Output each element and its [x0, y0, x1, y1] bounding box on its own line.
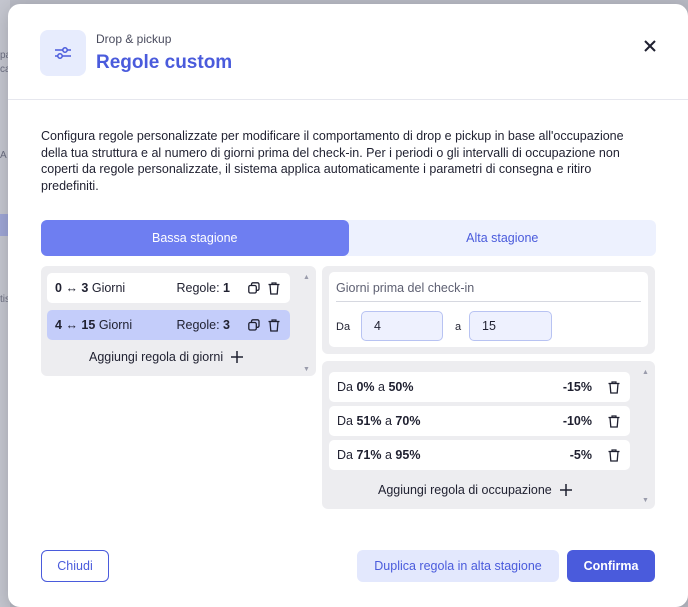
scroll-down-arrow[interactable]: ▼	[303, 366, 310, 373]
occupancy-from: 71%	[356, 448, 382, 462]
checkin-from-input[interactable]: 4	[361, 311, 443, 341]
rules-count: 3	[223, 318, 230, 332]
day-rule-to: 15	[81, 318, 96, 332]
scroll-up-arrow[interactable]: ▲	[303, 274, 310, 281]
trash-icon[interactable]	[266, 317, 282, 333]
occupancy-rule-row[interactable]: Da 51% a 70% -10%	[329, 406, 630, 436]
occupancy-from: 0%	[356, 380, 375, 394]
range-separator: a	[378, 380, 385, 394]
occupancy-to: 50%	[388, 380, 414, 394]
checkin-label: Giorni prima del check-in	[336, 281, 475, 295]
tab-alta-stagione[interactable]: Alta stagione	[349, 220, 657, 256]
range-prefix: Da	[337, 414, 353, 428]
occupancy-adjustment: -10%	[562, 414, 592, 428]
trash-icon[interactable]	[266, 280, 282, 296]
custom-rules-dialog: Drop & pickup Regole custom Configura re…	[8, 4, 688, 607]
day-rule-count: Regole: 3	[176, 318, 230, 332]
add-day-rule-button[interactable]: Aggiungi regola di giorni	[89, 350, 244, 364]
checkin-range-panel: Giorni prima del check-in Da 4 a 15	[322, 266, 655, 354]
day-rule-range: 0 ↔ 3 Giorni	[55, 281, 176, 295]
close-dialog-button[interactable]: Chiudi	[41, 550, 109, 582]
occupancy-rule-row[interactable]: Da 71% a 95% -5%	[329, 440, 630, 470]
occupancy-from: 51%	[356, 414, 382, 428]
sliders-icon	[40, 30, 86, 76]
day-rule-unit: Giorni	[91, 281, 126, 295]
day-rule-row[interactable]: 0 ↔ 3 Giorni Regole: 1	[47, 273, 290, 303]
dialog-subtitle: Drop & pickup	[96, 32, 172, 46]
trash-icon[interactable]	[606, 379, 622, 395]
range-prefix: Da	[337, 380, 353, 394]
season-tabs: Bassa stagione Alta stagione	[41, 220, 656, 256]
occupancy-rules-panel: Da 0% a 50% -15% Da 51% a 70% -10% Da 71…	[322, 361, 655, 509]
occupancy-adjustment: -15%	[562, 380, 592, 394]
to-label: a	[455, 321, 462, 333]
day-rule-from: 0	[55, 281, 62, 295]
tab-bassa-stagione[interactable]: Bassa stagione	[41, 220, 349, 256]
add-occupancy-rule-button[interactable]: Aggiungi regola di occupazione	[378, 483, 572, 497]
checkin-to-input[interactable]: 15	[469, 311, 552, 341]
copy-icon[interactable]	[246, 317, 262, 333]
trash-icon[interactable]	[606, 413, 622, 429]
occupancy-adjustment: -5%	[569, 448, 592, 462]
day-rule-from: 4	[55, 318, 62, 332]
day-rule-range: 4 ↔ 15 Giorni	[55, 318, 176, 332]
plus-icon	[231, 351, 244, 363]
dialog-title: Regole custom	[96, 52, 233, 73]
background-highlight	[0, 214, 8, 236]
dialog-description: Configura regole personalizzate per modi…	[41, 129, 624, 193]
duplicate-rule-button[interactable]: Duplica regola in alta stagione	[357, 550, 559, 582]
add-occupancy-rule-label: Aggiungi regola di occupazione	[378, 483, 552, 497]
add-day-rule-label: Aggiungi regola di giorni	[89, 350, 224, 364]
range-separator: a	[384, 414, 392, 428]
day-rules-panel: 0 ↔ 3 Giorni Regole: 1 4 ↔ 15 Giorni Reg…	[41, 266, 316, 376]
checkin-range-card: Giorni prima del check-in Da 4 a 15	[329, 272, 648, 347]
scroll-up-arrow[interactable]: ▲	[642, 369, 649, 376]
from-label: Da	[336, 321, 351, 333]
background-text: A	[0, 150, 7, 161]
range-separator: a	[384, 448, 392, 462]
occupancy-rule-range: Da 0% a 50%	[337, 380, 563, 394]
occupancy-to: 70%	[395, 414, 421, 428]
range-arrow: ↔	[65, 318, 78, 332]
day-rule-unit: Giorni	[98, 318, 133, 332]
plus-icon	[559, 484, 572, 496]
confirm-button[interactable]: Confirma	[567, 550, 655, 582]
rules-label: Regole:	[176, 318, 220, 332]
trash-icon[interactable]	[606, 447, 622, 463]
occupancy-rule-range: Da 71% a 95%	[337, 448, 570, 462]
rules-label: Regole:	[176, 281, 220, 295]
range-prefix: Da	[337, 448, 353, 462]
day-rule-count: Regole: 1	[176, 281, 230, 295]
day-rule-to: 3	[81, 281, 89, 295]
dialog-header: Drop & pickup Regole custom	[8, 4, 688, 100]
range-arrow: ↔	[65, 281, 78, 295]
occupancy-rule-row[interactable]: Da 0% a 50% -15%	[329, 372, 630, 402]
rules-count: 1	[223, 281, 230, 295]
occupancy-rule-range: Da 51% a 70%	[337, 414, 563, 428]
close-icon	[644, 40, 656, 52]
copy-icon[interactable]	[246, 280, 262, 296]
close-button[interactable]	[638, 34, 662, 58]
occupancy-to: 95%	[395, 448, 421, 462]
scroll-down-arrow[interactable]: ▼	[642, 497, 649, 504]
divider	[336, 301, 641, 302]
day-rule-row-selected[interactable]: 4 ↔ 15 Giorni Regole: 3	[47, 310, 290, 340]
